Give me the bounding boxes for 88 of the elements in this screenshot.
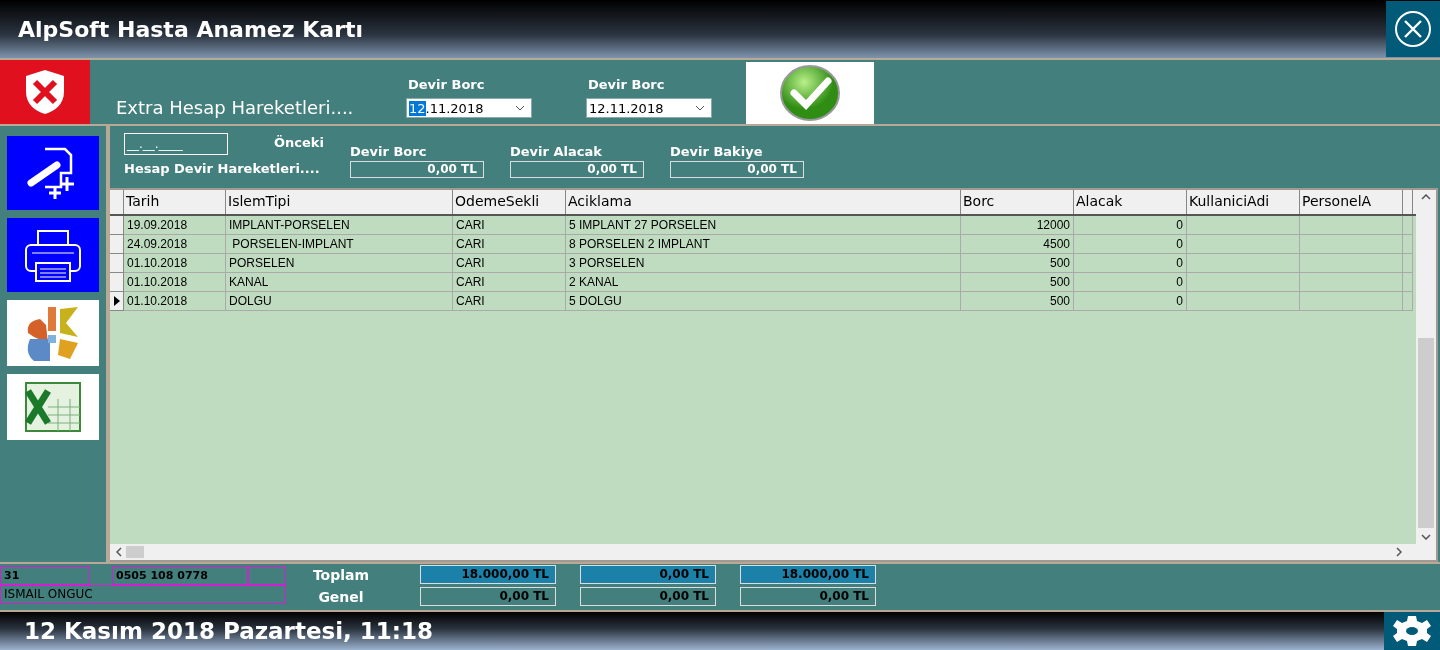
- table-cell: 5 DOLGU: [566, 292, 961, 311]
- column-header[interactable]: KullaniciAdi: [1187, 190, 1300, 214]
- settings-icon: [1391, 614, 1433, 648]
- table-cell: PORSELEN: [226, 254, 453, 273]
- column-header[interactable]: OdemeSekli: [453, 190, 566, 214]
- table-cell: KANAL: [226, 273, 453, 292]
- tools-button[interactable]: [7, 300, 99, 366]
- summary-label: Toplam: [311, 566, 371, 583]
- column-header[interactable]: Tarih: [124, 190, 226, 214]
- date-picker[interactable]: 12.11.2018: [586, 98, 712, 118]
- table-cell: 8 PORSELEN 2 IMPLANT: [566, 235, 961, 254]
- close-icon: [1393, 9, 1433, 49]
- summary-value: 0,00 TL: [580, 565, 716, 584]
- date-label: Devir Borc: [407, 77, 486, 92]
- column-header[interactable]: Alacak: [1074, 190, 1187, 214]
- settings-button[interactable]: [1384, 612, 1440, 650]
- table-cell: IMPLANT-PORSELEN: [226, 216, 453, 235]
- total-value: 0,00 TL: [509, 161, 644, 178]
- chevron-down-icon: [515, 105, 525, 111]
- table-cell: 500: [961, 292, 1074, 311]
- section-label: Extra Hesap Hareketleri....: [116, 97, 355, 118]
- total-label: Devir Alacak: [509, 144, 603, 159]
- empty-field: [248, 566, 286, 585]
- table-cell: PORSELEN-IMPLANT: [226, 235, 453, 254]
- window-title: AlpSoft Hasta Anamez Kartı: [17, 16, 364, 42]
- table-cell: 500: [961, 273, 1074, 292]
- column-header[interactable]: PersonelA: [1300, 190, 1403, 214]
- table-cell: 01.10.2018: [124, 273, 226, 292]
- table-cell: 01.10.2018: [124, 292, 226, 311]
- table-cell: 0: [1074, 292, 1187, 311]
- table-cell: 24.09.2018: [124, 235, 226, 254]
- checkmark-icon: [778, 63, 842, 123]
- column-header[interactable]: Aciklama: [566, 190, 961, 214]
- chevron-up-icon: [1421, 194, 1431, 200]
- table-cell: CARI: [453, 273, 566, 292]
- scrollbar-thumb[interactable]: [1418, 338, 1434, 528]
- previous-label: Önceki: [274, 135, 324, 150]
- chevron-left-icon: [116, 547, 122, 557]
- table-cell: 0: [1074, 235, 1187, 254]
- chevron-down-icon: [695, 105, 705, 111]
- patient-name: ISMAIL ONGUC: [0, 585, 286, 604]
- table-cell: 2 KANAL: [566, 273, 961, 292]
- table-cell: 5 IMPLANT 27 PORSELEN: [566, 216, 961, 235]
- total-label: Devir Bakiye: [669, 144, 764, 159]
- date-picker[interactable]: 12.11.2018: [406, 98, 532, 118]
- scrollbar-thumb[interactable]: [126, 546, 144, 558]
- date-input-field[interactable]: __.__.____: [124, 133, 228, 155]
- table-cell: CARI: [453, 216, 566, 235]
- table-cell: 19.09.2018: [124, 216, 226, 235]
- current-row-icon: [113, 296, 120, 306]
- total-value: 0,00 TL: [349, 161, 484, 178]
- total-value: 0,00 TL: [669, 161, 804, 178]
- patient-id: 31: [0, 566, 90, 585]
- column-header[interactable]: Borc: [961, 190, 1074, 214]
- table-cell: CARI: [453, 292, 566, 311]
- table-cell: CARI: [453, 254, 566, 273]
- total-label: Devir Borc: [349, 144, 428, 159]
- table-cell: CARI: [453, 235, 566, 254]
- summary-value: 0,00 TL: [740, 587, 876, 606]
- close-button[interactable]: [1386, 1, 1440, 57]
- carry-over-label: Hesap Devir Hareketleri....: [124, 161, 321, 176]
- date-time: 12 Kasım 2018 Pazartesi, 11:18: [23, 617, 434, 646]
- row-header[interactable]: [110, 292, 124, 311]
- phone-number: 0505 108 0778: [112, 566, 248, 585]
- print-button[interactable]: [7, 218, 99, 292]
- confirm-button[interactable]: [746, 62, 874, 124]
- cancel-button[interactable]: [0, 60, 90, 124]
- table-cell: 12000: [961, 216, 1074, 235]
- table-cell: 0: [1074, 273, 1187, 292]
- table-cell: 0: [1074, 254, 1187, 273]
- table-cell: 01.10.2018: [124, 254, 226, 273]
- table-cell: DOLGU: [226, 292, 453, 311]
- table-cell: 3 PORSELEN: [566, 254, 961, 273]
- spreadsheet-button[interactable]: [7, 374, 99, 440]
- table-cell: 500: [961, 254, 1074, 273]
- table-cell: 0: [1074, 216, 1187, 235]
- table-cell: 4500: [961, 235, 1074, 254]
- summary-value: 18.000,00 TL: [420, 565, 556, 584]
- summary-value: 0,00 TL: [420, 587, 556, 606]
- column-header[interactable]: IslemTipi: [226, 190, 453, 214]
- summary-value: 0,00 TL: [580, 587, 716, 606]
- date-label: Devir Borc: [587, 77, 666, 92]
- chevron-right-icon: [1396, 547, 1402, 557]
- summary-label: Genel: [317, 588, 365, 605]
- shield-x-icon: [23, 68, 67, 116]
- summary-value: 18.000,00 TL: [740, 565, 876, 584]
- chevron-down-icon: [1421, 534, 1431, 540]
- new-note-button[interactable]: [7, 136, 99, 210]
